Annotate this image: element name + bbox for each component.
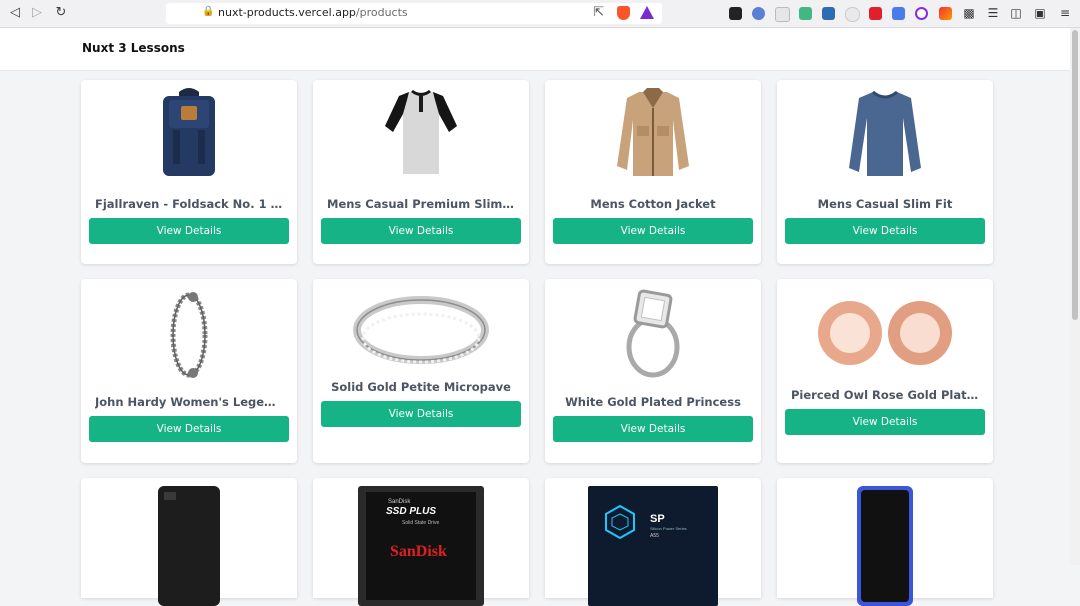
view-details-button[interactable]: View Details <box>553 416 753 442</box>
product-card: Mens Casual Premium Slim Fi... View Detai… <box>313 80 529 264</box>
view-details-button[interactable]: View Details <box>321 218 521 244</box>
brave-shields-icon[interactable] <box>617 6 630 20</box>
brand-title[interactable]: Nuxt 3 Lessons <box>82 41 185 55</box>
reload-icon[interactable]: ↻ <box>52 4 70 22</box>
product-title: Solid Gold Petite Micropave <box>331 380 511 394</box>
extension-icon[interactable] <box>822 7 835 20</box>
product-card: SanDisk SSD PLUS Solid State Drive SanDi… <box>313 478 529 606</box>
svg-text:Silicon Power Series: Silicon Power Series <box>650 526 687 531</box>
view-details-button[interactable]: View Details <box>89 416 289 442</box>
product-image-sandisk-ssd: SanDisk SSD PLUS Solid State Drive SanDi… <box>313 478 529 606</box>
product-image-chain-bracelet <box>81 279 297 379</box>
product-card: Solid Gold Petite Micropave View Details <box>313 279 529 463</box>
product-card: Pierced Owl Rose Gold Plate... View Detai… <box>777 279 993 463</box>
sidebar-icon[interactable]: ◫ <box>1009 5 1023 21</box>
product-image-jacket <box>545 80 761 180</box>
back-icon[interactable]: ◁ <box>6 4 24 22</box>
product-image-princess-ring <box>545 279 761 379</box>
address-bar[interactable]: 🔒 nuxt-products.vercel.app/products ⇱ <box>166 3 662 24</box>
product-title: Mens Casual Slim Fit <box>817 197 953 211</box>
product-card: John Hardy Women's Legend... View Details <box>81 279 297 463</box>
forward-icon[interactable]: ▷ <box>28 4 46 22</box>
svg-text:SanDisk: SanDisk <box>390 543 447 560</box>
product-image-external-hard-drive <box>81 478 297 606</box>
extension-icon[interactable] <box>915 7 928 20</box>
view-details-button[interactable]: View Details <box>321 401 521 427</box>
url-path: /products <box>355 6 408 19</box>
url-text[interactable]: nuxt-products.vercel.app/products <box>218 6 408 19</box>
extension-icon[interactable] <box>775 7 790 22</box>
svg-text:A55: A55 <box>650 533 659 539</box>
product-card: Mens Casual Slim Fit View Details <box>777 80 993 264</box>
wallet-icon[interactable]: ▣ <box>1033 5 1047 21</box>
browser-toolbar: ◁ ▷ ↻ □ 🔒 nuxt-products.vercel.app/produ… <box>0 0 1080 28</box>
app-header: Nuxt 3 Lessons <box>0 28 1070 71</box>
vue-devtools-icon[interactable] <box>799 7 812 20</box>
page-scrollbar[interactable] <box>1070 28 1080 565</box>
extension-icon[interactable] <box>869 7 882 20</box>
scrollbar-thumb[interactable] <box>1072 30 1078 320</box>
svg-text:SanDisk: SanDisk <box>388 499 411 505</box>
product-title: Mens Cotton Jacket <box>590 197 716 211</box>
color-picker-icon[interactable] <box>939 7 952 20</box>
product-title: John Hardy Women's Legend... <box>95 395 283 409</box>
svg-text:Solid State Drive: Solid State Drive <box>402 520 439 526</box>
view-details-button[interactable]: View Details <box>553 218 753 244</box>
lock-icon: 🔒 <box>202 6 215 17</box>
extension-icon[interactable] <box>752 7 765 20</box>
product-card <box>777 478 993 606</box>
svg-text:SSD PLUS: SSD PLUS <box>386 506 436 517</box>
product-image-gaming-hard-drive <box>777 478 993 606</box>
product-image-long-sleeve-shirt <box>777 80 993 180</box>
product-image-raglan-tshirt <box>313 80 529 180</box>
playlist-icon[interactable]: ☰ <box>986 5 1000 21</box>
product-title: White Gold Plated Princess <box>565 395 741 409</box>
view-details-button[interactable]: View Details <box>89 218 289 244</box>
svg-text:SP: SP <box>650 513 665 525</box>
menu-icon[interactable]: ≡ <box>1058 5 1072 21</box>
product-image-eternity-ring <box>313 279 529 379</box>
product-title: Mens Casual Premium Slim Fi... <box>327 197 515 211</box>
share-icon[interactable]: ⇱ <box>593 5 604 20</box>
view-details-button[interactable]: View Details <box>785 409 985 435</box>
view-details-button[interactable]: View Details <box>785 218 985 244</box>
product-title: Pierced Owl Rose Gold Plate... <box>791 388 979 402</box>
product-card <box>81 478 297 606</box>
brave-rewards-icon[interactable] <box>640 6 654 19</box>
product-card: SP Silicon Power Series A55 <box>545 478 761 606</box>
product-image-backpack <box>81 80 297 180</box>
product-card: Mens Cotton Jacket View Details <box>545 80 761 264</box>
product-image-rose-gold-tunnel-plugs <box>777 279 993 379</box>
extension-icon[interactable] <box>845 7 860 22</box>
product-image-silicon-power-ssd: SP Silicon Power Series A55 <box>545 478 761 606</box>
product-card: White Gold Plated Princess View Details <box>545 279 761 463</box>
translate-icon[interactable] <box>892 7 905 20</box>
puzzle-icon[interactable]: ▩ <box>962 5 976 21</box>
product-card: Fjallraven - Foldsack No. 1 Ba... View De… <box>81 80 297 264</box>
angular-extension-icon[interactable] <box>729 7 742 20</box>
url-host: nuxt-products.vercel.app <box>218 6 356 19</box>
product-title: Fjallraven - Foldsack No. 1 Ba... <box>95 197 283 211</box>
